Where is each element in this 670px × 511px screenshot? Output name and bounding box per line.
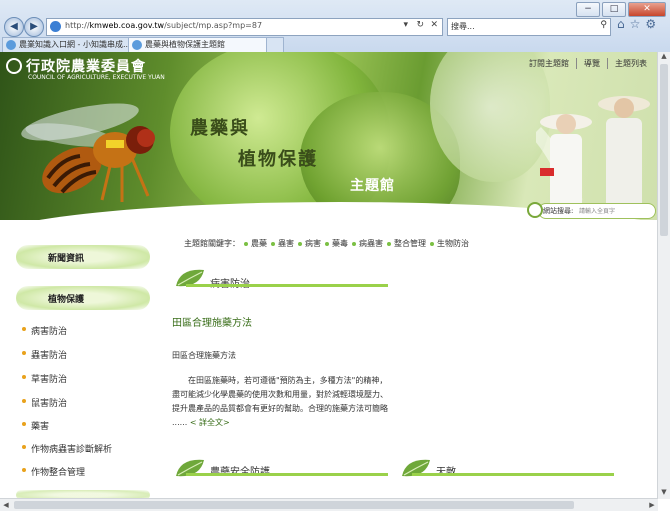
leaf-icon <box>402 459 430 477</box>
topnav-subscribe[interactable]: 訂閱主題館 <box>522 58 576 69</box>
topic-keywords: 主題館關鍵字： 農藥 蟲害 病害 藥毒 病蟲害 整合管理 生物防治 <box>184 238 469 249</box>
keyword-pesticide[interactable]: 農藥 <box>244 239 267 248</box>
keywords-label: 主題館關鍵字： <box>184 239 240 248</box>
keyword-insect[interactable]: 蟲害 <box>271 239 294 248</box>
address-url: http://kmweb.coa.gov.tw/subject/mp.asp?m… <box>65 21 263 30</box>
sidebar-heading-plant-protection[interactable]: 植物保護 <box>16 286 150 310</box>
section-divider <box>412 473 614 476</box>
window-controls: − □ ✕ <box>576 2 666 17</box>
coa-logo[interactable]: 行政院農業委員會 COUNCIL OF AGRICULTURE, EXECUTI… <box>6 56 165 81</box>
topnav-guide[interactable]: 導覽 <box>576 58 607 69</box>
banner-title-line1: 農藥與 <box>190 118 250 139</box>
browser-search-placeholder: 搜尋... <box>451 22 475 31</box>
topnav-topic-list[interactable]: 主題列表 <box>607 58 654 69</box>
address-bar[interactable]: http://kmweb.coa.gov.tw/subject/mp.asp?m… <box>46 18 443 36</box>
close-button[interactable]: ✕ <box>628 2 666 17</box>
sidebar-item-phytotoxicity[interactable]: 藥害 <box>22 419 49 432</box>
home-icon[interactable]: ⌂ <box>617 17 625 31</box>
sidebar-heading-label: 植物保護 <box>48 295 85 305</box>
scroll-left-icon[interactable]: ◀ <box>0 499 12 511</box>
coa-seal-icon <box>6 58 22 74</box>
scroll-down-icon[interactable]: ▼ <box>658 488 670 499</box>
favorites-star-icon[interactable]: ☆ <box>630 17 641 31</box>
sidebar-item-integrated-management[interactable]: 作物整合管理 <box>22 465 85 478</box>
scroll-up-icon[interactable]: ▲ <box>658 52 670 63</box>
article-subtitle: 田區合理施藥方法 <box>172 351 236 360</box>
toolbar-icons: ⌂ ☆ ⚙ <box>617 17 656 31</box>
section-title-disease-control[interactable]: 病害防治 <box>210 275 250 290</box>
top-navigation: 訂閱主題館 導覽 主題列表 <box>522 58 654 69</box>
refresh-icon[interactable]: ↻ <box>416 20 424 30</box>
article-title-link[interactable]: 田區合理施藥方法 <box>172 314 252 329</box>
tab-favicon-icon <box>132 40 142 50</box>
magnifier-icon[interactable] <box>527 202 543 218</box>
browser-chrome: − □ ✕ ◀ ▶ http://kmweb.coa.gov.tw/subjec… <box>0 0 670 53</box>
minimize-button[interactable]: − <box>576 2 600 17</box>
read-more-link[interactable]: < 詳全文> <box>190 418 230 427</box>
tools-gear-icon[interactable]: ⚙ <box>645 17 656 31</box>
tab-pesticide-plant-protection[interactable]: 農藥與植物保護主題館 ✕ <box>128 37 276 52</box>
keyword-integrated-management[interactable]: 整合管理 <box>387 239 426 248</box>
new-tab-button[interactable] <box>266 37 284 52</box>
leaf-icon <box>176 459 204 477</box>
sidebar-item-disease-control[interactable]: 病害防治 <box>22 324 67 337</box>
spraying-workers-illustration <box>536 96 650 218</box>
banner-title-line3: 主題館 <box>350 178 395 194</box>
keyword-disease[interactable]: 病害 <box>298 239 321 248</box>
article-summary: 在田區施藥時，若可遵循"預防為主，多種方法"的精神，盡可能減少化學農藥的使用次數… <box>172 374 392 430</box>
sidebar-heading-news[interactable]: 新聞資訊 <box>16 245 150 269</box>
site-search-label: 網站搜尋: <box>543 207 574 215</box>
keyword-biocontrol[interactable]: 生物防治 <box>430 239 469 248</box>
browser-search[interactable]: 搜尋... ⚲ <box>447 18 611 36</box>
search-icon[interactable]: ⚲ <box>600 20 607 30</box>
ie-icon <box>50 21 61 32</box>
keyword-toxicity[interactable]: 藥毒 <box>325 239 348 248</box>
site-search-input[interactable]: 請輸入全頁字 <box>579 206 615 215</box>
dropdown-icon[interactable]: ▾ <box>403 20 408 30</box>
vertical-scroll-thumb[interactable] <box>660 64 668 236</box>
sidebar-heading-label: 新聞資訊 <box>48 254 85 264</box>
section-divider <box>186 284 388 287</box>
logo-text-zh: 行政院農業委員會 <box>26 59 146 75</box>
keyword-pests-diseases[interactable]: 病蟲害 <box>352 239 383 248</box>
site-header-banner: 行政院農業委員會 COUNCIL OF AGRICULTURE, EXECUTI… <box>0 52 658 220</box>
site-search-box[interactable]: 網站搜尋: 請輸入全頁字 <box>527 202 656 219</box>
banner-title-line2: 植物保護 <box>238 149 318 170</box>
tab-label: 農業知識入口網 - 小知識串成... <box>19 40 131 49</box>
horizontal-scrollbar[interactable]: ◀ ▶ <box>0 498 658 511</box>
sidebar-item-rodent-control[interactable]: 鼠害防治 <box>22 396 67 409</box>
tab-favicon-icon <box>6 40 16 50</box>
forward-button[interactable]: ▶ <box>24 17 44 37</box>
tab-knowledge-portal[interactable]: 農業知識入口網 - 小知識串成... <box>2 37 142 52</box>
back-button[interactable]: ◀ <box>4 17 24 37</box>
horizontal-scroll-thumb[interactable] <box>14 501 574 509</box>
maximize-button[interactable]: □ <box>602 2 626 17</box>
leaf-icon <box>176 269 204 287</box>
tab-label: 農藥與植物保護主題館 <box>145 40 225 49</box>
logo-text-en: COUNCIL OF AGRICULTURE, EXECUTIVE YUAN <box>28 74 165 81</box>
stop-icon[interactable]: ✕ <box>430 20 438 30</box>
vertical-scrollbar[interactable]: ▲ ▼ <box>657 52 670 499</box>
sidebar-item-pest-control[interactable]: 蟲害防治 <box>22 348 67 361</box>
sidebar-item-weed-control[interactable]: 草害防治 <box>22 372 67 385</box>
scroll-right-icon[interactable]: ▶ <box>646 499 658 511</box>
sidebar-item-diagnosis[interactable]: 作物病蟲害診斷解析 <box>22 442 112 455</box>
fruit-fly-illustration <box>21 103 155 202</box>
section-divider <box>186 473 388 476</box>
